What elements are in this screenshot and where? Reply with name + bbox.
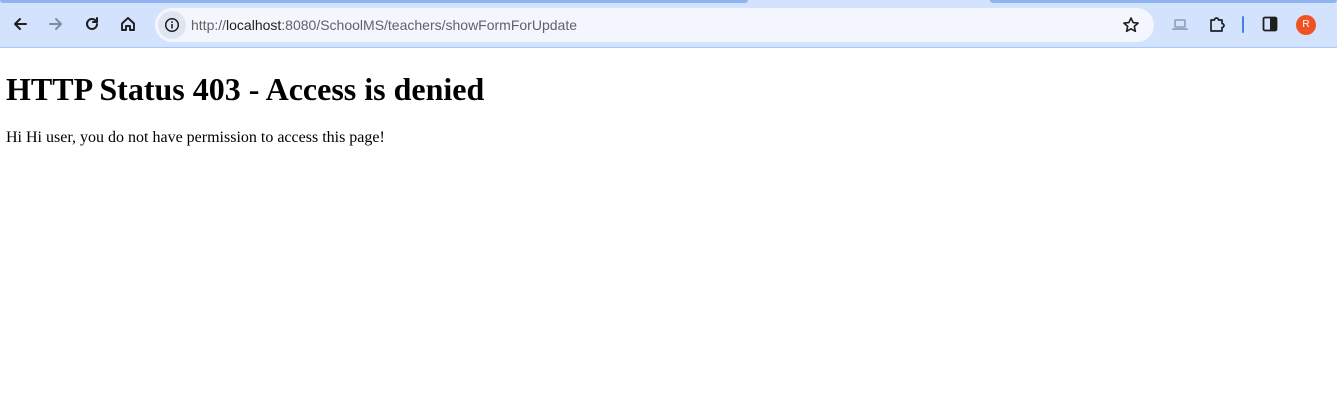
page-title: HTTP Status 403 - Access is denied xyxy=(6,71,485,107)
url-text[interactable]: http://localhost:8080/SchoolMS/teachers/… xyxy=(191,8,577,42)
home-icon xyxy=(121,17,135,31)
bookmark-button[interactable] xyxy=(1119,13,1143,37)
back-button[interactable] xyxy=(5,9,35,39)
extensions-button[interactable] xyxy=(1202,9,1232,39)
tab-strip-edge xyxy=(0,0,748,3)
forward-arrow-icon xyxy=(49,18,62,30)
error-message: Hi Hi user, you do not have permission t… xyxy=(6,129,385,146)
page-content: HTTP Status 403 - Access is denied Hi Hi… xyxy=(0,49,1337,400)
url-path: :8080/SchoolMS/teachers/showFormForUpdat… xyxy=(281,17,577,33)
tab-strip-edge xyxy=(990,0,1337,3)
site-info-button[interactable] xyxy=(158,11,186,39)
url-scheme: http:// xyxy=(191,17,227,33)
star-icon xyxy=(1123,17,1139,33)
laptop-icon xyxy=(1172,19,1188,30)
side-panel-icon xyxy=(1262,16,1278,32)
back-arrow-icon xyxy=(14,18,27,30)
side-panel-button[interactable] xyxy=(1255,9,1285,39)
reload-icon xyxy=(86,17,98,30)
info-icon xyxy=(164,17,180,33)
address-bar[interactable]: http://localhost:8080/SchoolMS/teachers/… xyxy=(155,8,1154,42)
forward-button[interactable] xyxy=(41,9,71,39)
reload-button[interactable] xyxy=(77,9,107,39)
toolbar-separator xyxy=(1242,16,1244,33)
extensions-icon xyxy=(1210,17,1225,32)
home-button[interactable] xyxy=(113,9,143,39)
profile-avatar[interactable]: R xyxy=(1296,15,1316,35)
browser-toolbar: http://localhost:8080/SchoolMS/teachers/… xyxy=(0,0,1337,48)
device-button[interactable] xyxy=(1165,9,1195,39)
url-host: localhost xyxy=(226,17,282,33)
